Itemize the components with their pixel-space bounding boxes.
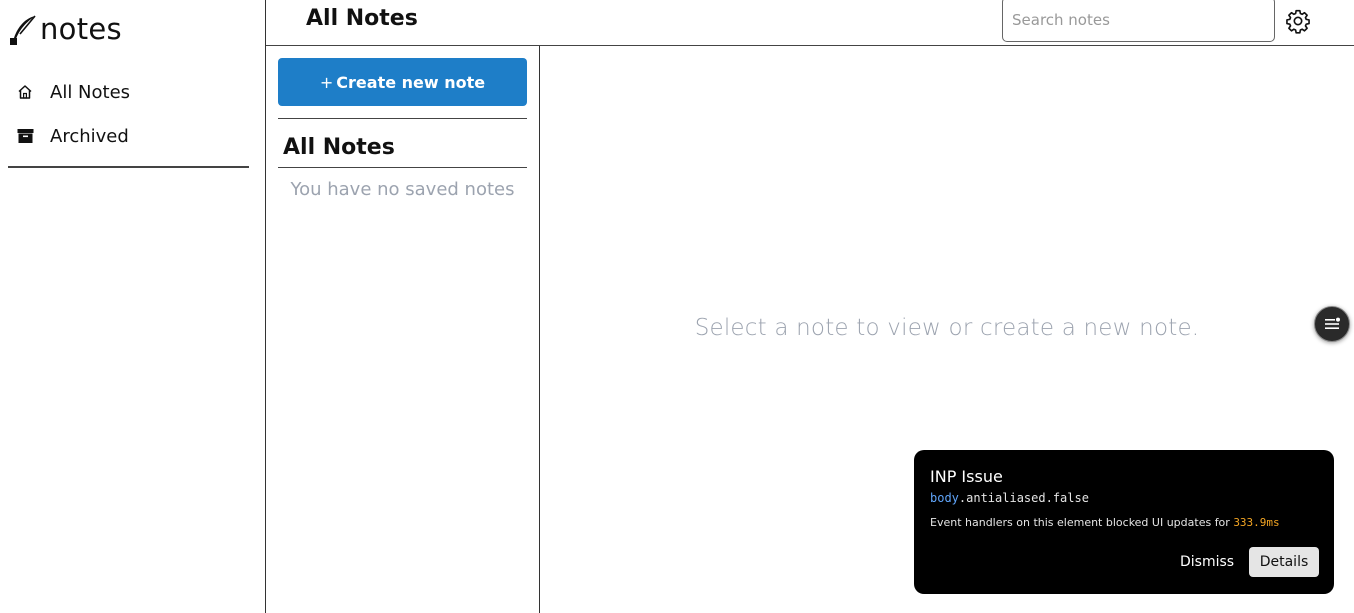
sidebar-item-label: Archived	[50, 125, 129, 147]
sidebar-nav: All Notes Archived	[8, 70, 249, 168]
create-note-button[interactable]: + Create new note	[278, 58, 527, 106]
quill-icon	[10, 15, 36, 45]
toast-duration: 333.9ms	[1233, 516, 1280, 529]
divider	[278, 118, 527, 119]
toast-description-text: Event handlers on this element blocked U…	[930, 516, 1234, 529]
logo-text: notes	[40, 12, 122, 46]
divider	[278, 167, 527, 168]
toast-element-selector: body.antialiased.false	[930, 491, 1089, 505]
create-note-label: Create new note	[336, 72, 486, 92]
menu-icon	[1325, 317, 1340, 329]
toast-description: Event handlers on this element blocked U…	[930, 516, 1280, 529]
sidebar: notes All Notes Archived	[0, 0, 266, 613]
top-header: All Notes	[266, 0, 1354, 46]
empty-list-message: You have no saved notes	[290, 179, 515, 200]
inp-issue-toast: INP Issue body.antialiased.false Event h…	[914, 450, 1334, 594]
list-title: All Notes	[283, 135, 395, 160]
app-logo[interactable]: notes	[8, 12, 122, 46]
sidebar-item-archived[interactable]: Archived	[8, 114, 249, 158]
selector-classes: .antialiased.false	[958, 491, 1089, 505]
home-icon	[16, 83, 34, 101]
archive-icon	[16, 127, 34, 145]
page-title: All Notes	[306, 6, 418, 31]
notes-list-panel: + Create new note All Notes You have no …	[266, 46, 540, 613]
toast-title: INP Issue	[930, 467, 1003, 486]
sidebar-item-label: All Notes	[50, 81, 131, 103]
search-input[interactable]	[1002, 0, 1275, 42]
plus-icon: +	[319, 72, 334, 92]
details-button[interactable]: Details	[1249, 547, 1319, 577]
empty-view-message: Select a note to view or create a new no…	[694, 315, 1200, 341]
floating-menu-button[interactable]	[1314, 306, 1350, 342]
gear-icon[interactable]	[1285, 8, 1311, 34]
sidebar-item-all-notes[interactable]: All Notes	[8, 70, 249, 114]
dismiss-button[interactable]: Dismiss	[1172, 547, 1242, 577]
selector-tag: body	[930, 491, 959, 505]
